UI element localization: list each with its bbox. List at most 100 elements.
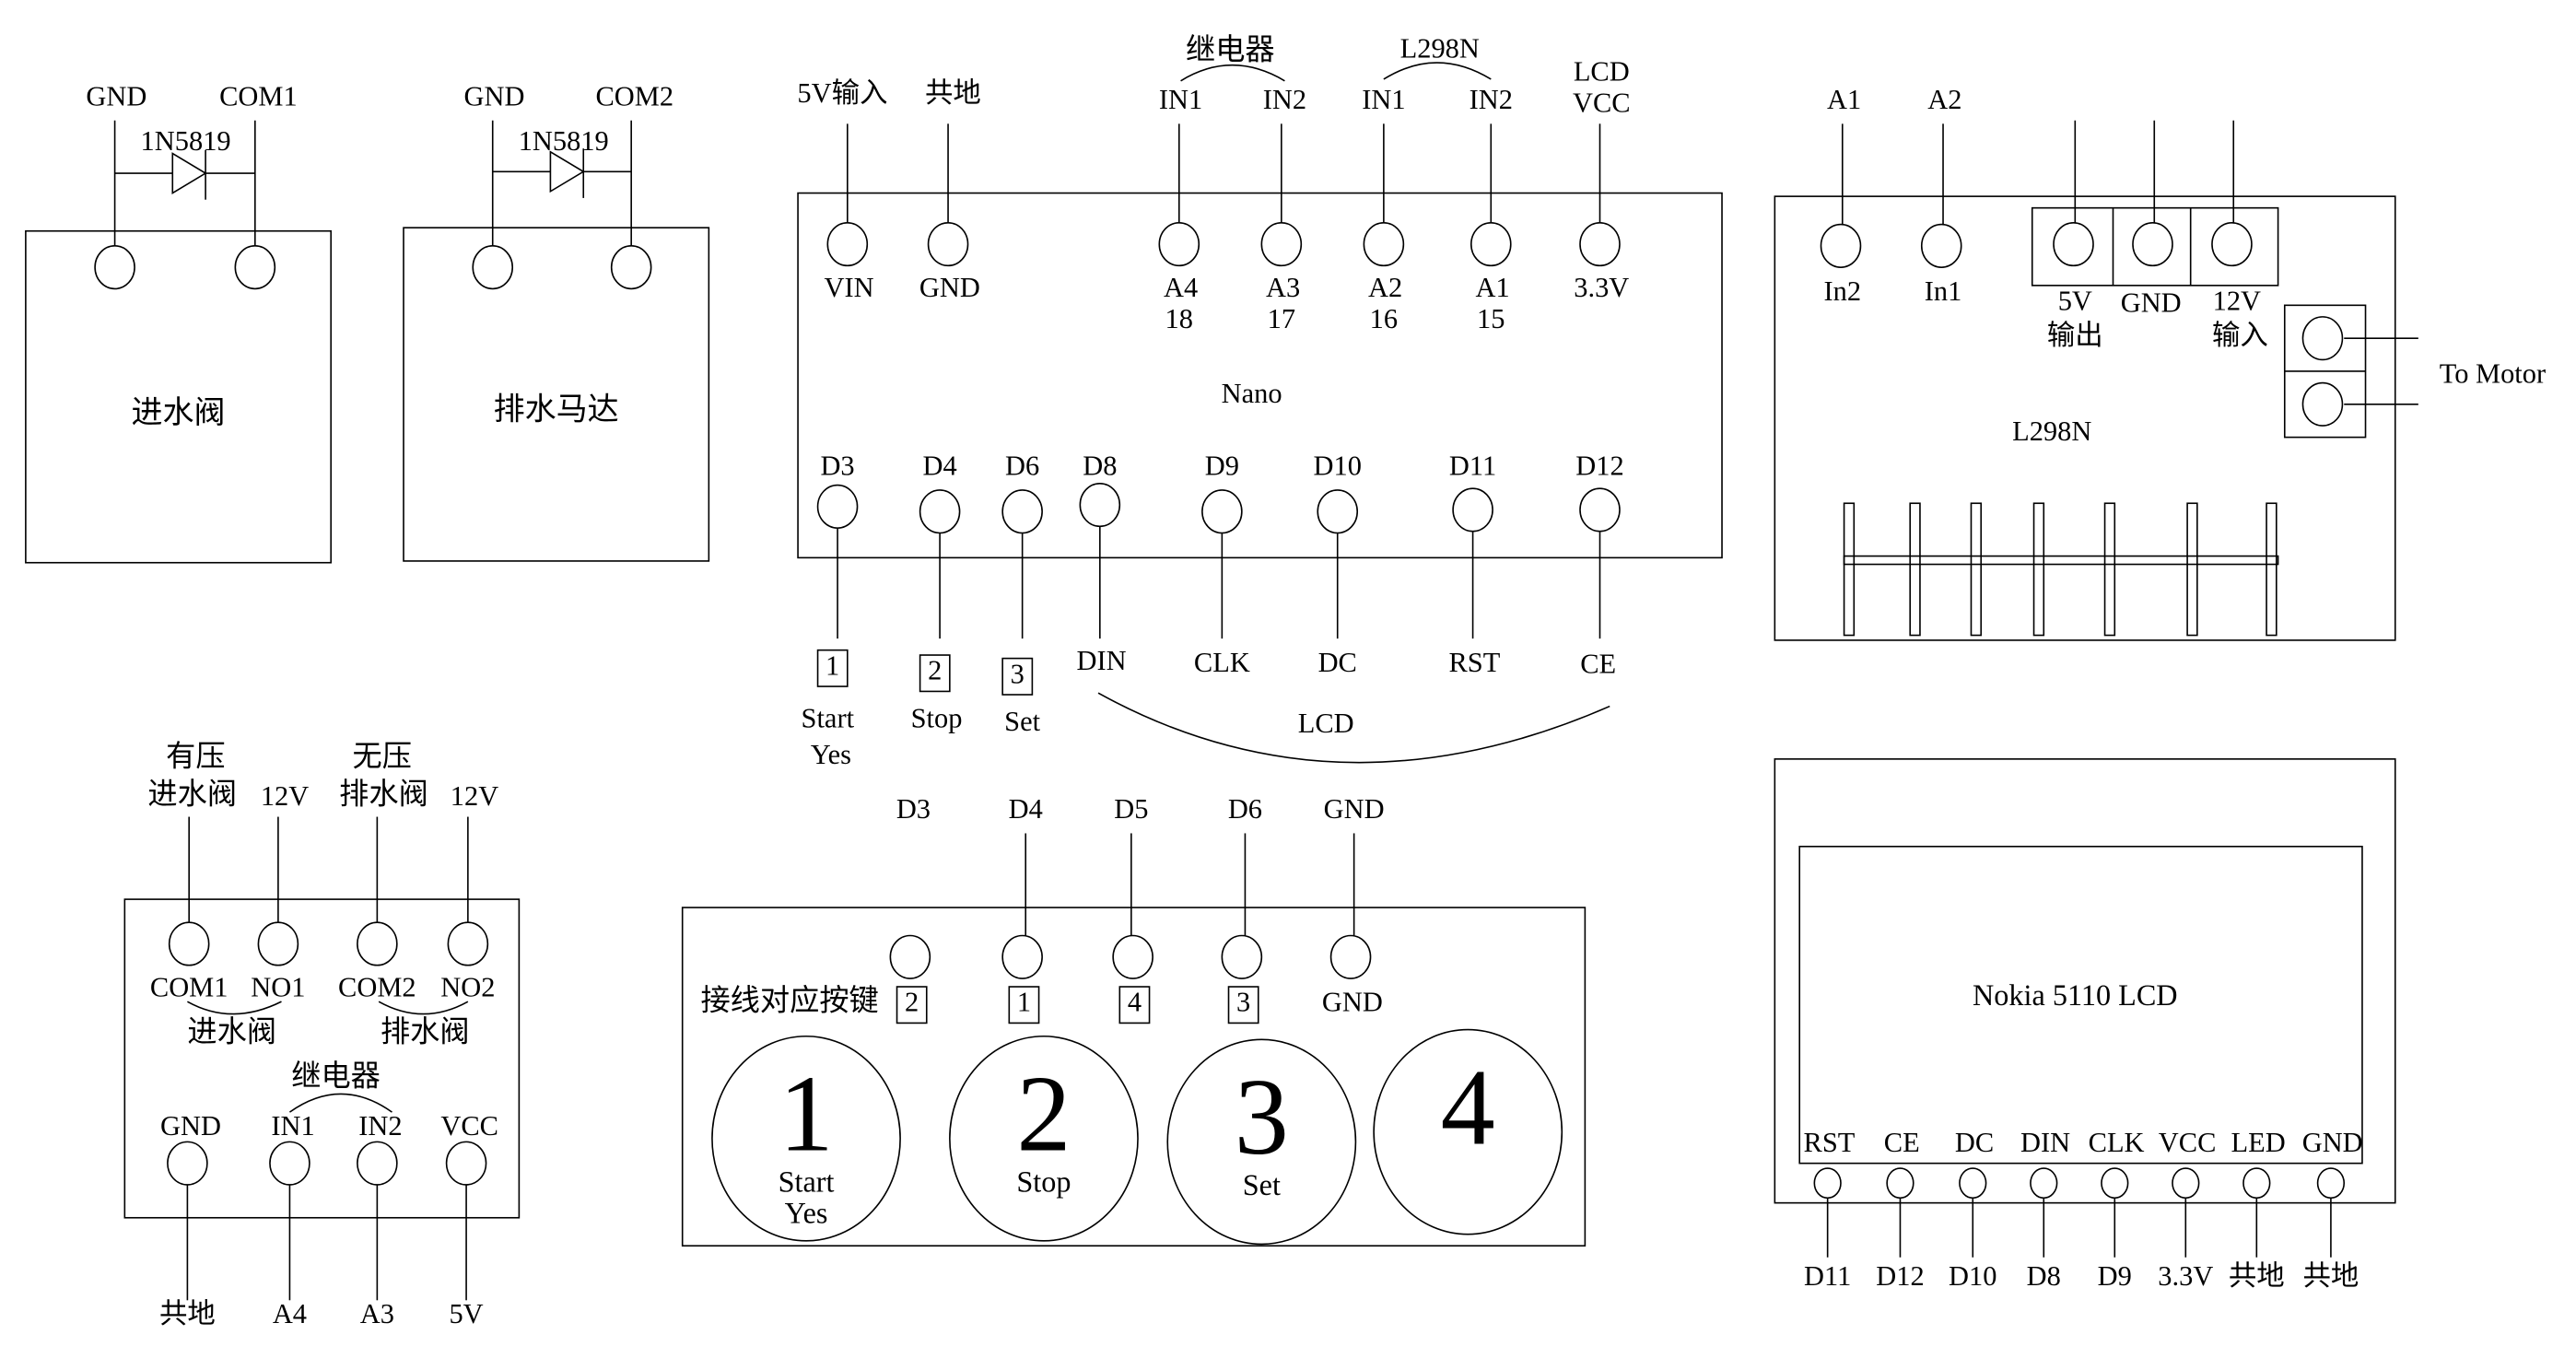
heatsink-fin xyxy=(1843,502,1856,637)
pin-circle xyxy=(167,1141,208,1186)
pin-label: NO2 xyxy=(440,972,495,1003)
pin-label: D11 xyxy=(1449,451,1496,482)
pin-circle xyxy=(2301,381,2344,427)
pin-label: VCC xyxy=(2159,1127,2217,1158)
pin-circle xyxy=(357,1141,398,1186)
pin-label: D6 xyxy=(1005,451,1039,482)
pin-circle xyxy=(1317,489,1359,534)
wire-label: D5 xyxy=(1114,793,1148,825)
board-title: Nokia 5110 LCD xyxy=(1973,978,2178,1012)
label: 排水阀 xyxy=(339,777,428,810)
module-title: 进水阀 xyxy=(132,396,226,430)
label: 进水阀 xyxy=(147,777,237,810)
pin-label: D10 xyxy=(1314,451,1362,482)
pin-label: DIN xyxy=(2020,1127,2070,1158)
wire-label: 共地 xyxy=(925,77,981,109)
key-number: 2 xyxy=(928,655,942,686)
board-title: L298N xyxy=(2012,416,2091,447)
label: DC xyxy=(1318,647,1357,678)
group-arc xyxy=(1383,62,1492,80)
pin-label: D4 xyxy=(922,451,956,482)
pin-label: GND xyxy=(160,1110,221,1141)
diode-icon xyxy=(171,152,207,194)
pin-circle xyxy=(1813,1167,1842,1200)
label: Yes xyxy=(785,1196,828,1229)
pin-circle xyxy=(2053,221,2094,267)
pin-circle xyxy=(1452,487,1493,533)
wire-label: D4 xyxy=(1009,793,1043,825)
pin-circle xyxy=(447,921,489,966)
key-number: 1 xyxy=(825,650,839,681)
module-title: 继电器 xyxy=(291,1059,381,1093)
motor-label: To Motor xyxy=(2440,357,2546,389)
label: DIN xyxy=(1077,645,1127,676)
label: 12V xyxy=(451,780,498,812)
pin-circle xyxy=(445,1141,487,1186)
pin-label: A2 xyxy=(1368,272,1402,303)
pin-circle xyxy=(1001,489,1043,534)
label: Set xyxy=(1243,1168,1281,1201)
wire-label: D10 xyxy=(1949,1260,1996,1292)
pin-label: GND xyxy=(86,80,146,111)
pin-label: COM1 xyxy=(150,972,228,1003)
pin-circle xyxy=(1001,934,1043,979)
pin-circle xyxy=(357,921,398,966)
label: IN1 xyxy=(1159,84,1202,115)
heatsink-fin xyxy=(2103,502,2116,637)
module-title: 排水马达 xyxy=(494,392,619,427)
label: 输入 xyxy=(2212,320,2268,351)
pin-label: GND xyxy=(2302,1127,2363,1158)
wire-label: 共地 xyxy=(2229,1260,2285,1292)
pin-label: D8 xyxy=(1083,451,1117,482)
pin-circle xyxy=(2301,316,2344,361)
pin-circle xyxy=(1820,223,1862,268)
label: Set xyxy=(1004,706,1040,737)
pin-label: IN2 xyxy=(358,1110,402,1141)
wire-label: 共地 xyxy=(159,1298,216,1329)
heatsink-bar xyxy=(1843,555,2279,566)
key-digit: 2 xyxy=(1016,1054,1071,1175)
label: 无压 xyxy=(353,739,412,772)
heatsink-fin xyxy=(2186,502,2198,637)
diode-icon xyxy=(549,150,585,193)
label: Start xyxy=(779,1165,835,1198)
pin-label: COM1 xyxy=(219,80,298,111)
wire-label: GND xyxy=(1324,793,1385,825)
pin-circle xyxy=(472,245,514,290)
wire-group-label: 继电器 xyxy=(1186,33,1275,66)
diode-label: 1N5819 xyxy=(519,125,609,157)
pin-label: LED xyxy=(2231,1127,2286,1158)
pin-circle xyxy=(2132,221,2173,267)
pin-label: GND xyxy=(919,272,980,303)
wiring-diagram: GND COM1 1N5819 进水阀 GND COM2 1N5819 排水马达 VIN GND A… xyxy=(25,33,2546,1329)
pin-circle xyxy=(610,245,652,290)
pin-circle xyxy=(927,221,969,267)
pin-number: 17 xyxy=(1268,303,1295,334)
label: 5V xyxy=(2058,286,2092,317)
key-number: 4 xyxy=(1128,987,1142,1018)
key-digit: 3 xyxy=(1235,1057,1289,1177)
wire-label: D8 xyxy=(2027,1260,2061,1292)
heatsink-fin xyxy=(1970,502,1983,637)
wire-label: 3.3V xyxy=(2158,1260,2213,1292)
label: 输出 xyxy=(2047,320,2103,351)
pin-label: D12 xyxy=(1575,451,1623,482)
diode-label: 1N5819 xyxy=(141,125,231,157)
pin-circle xyxy=(1579,487,1621,533)
label: Stop xyxy=(1016,1165,1071,1198)
pin-circle xyxy=(1221,934,1263,979)
heatsink-fin xyxy=(2266,502,2277,637)
key-digit: 1 xyxy=(779,1054,833,1175)
pin-circle xyxy=(168,921,210,966)
wire-label: D9 xyxy=(2098,1260,2132,1292)
pin-label: VCC xyxy=(440,1110,498,1141)
label: CE xyxy=(1580,649,1616,680)
board-title: Nano xyxy=(1222,378,1282,409)
pin-circle xyxy=(2172,1167,2200,1200)
pin-label: In1 xyxy=(1925,275,1962,307)
pin-circle xyxy=(2101,1167,2129,1200)
pin-label: 3.3V xyxy=(1574,272,1629,303)
label: IN2 xyxy=(1469,84,1513,115)
pin-circle xyxy=(2211,221,2253,267)
group-arc xyxy=(187,1001,282,1015)
